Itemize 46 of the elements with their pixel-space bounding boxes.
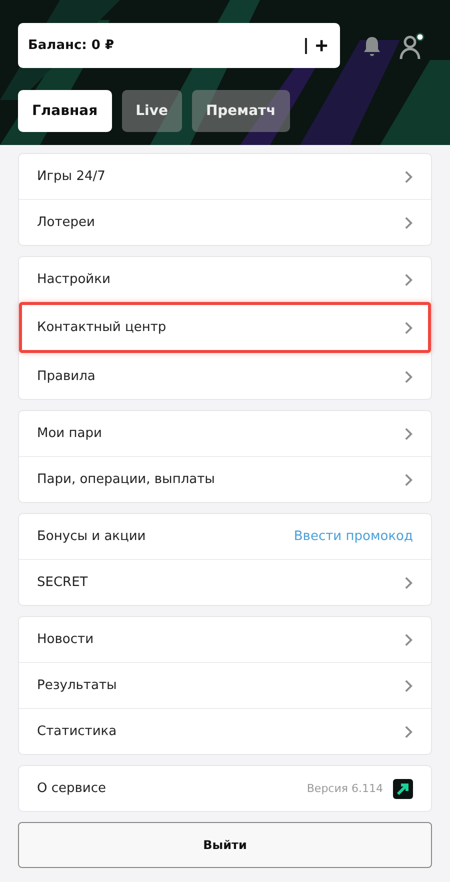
menu-item-label: Новости [37,632,95,647]
menu-item-label: Игры 24/7 [37,169,106,184]
logout-button[interactable]: Выйти [18,822,432,868]
menu-item[interactable]: Статистика [19,708,431,754]
menu-item-label: Бонусы и акции [37,529,147,544]
menu-item[interactable]: Результаты [19,662,431,708]
menu-item-label: SECRET [37,575,89,590]
menu-item[interactable]: Новости [19,617,431,662]
tab[interactable]: Прематч [192,90,290,132]
menu-item[interactable]: Бонусы и акции Ввести промокод [19,514,431,559]
chevron-icon [404,216,413,230]
menu-item[interactable]: Лотереи [19,199,431,245]
menu-item-label: Контактный центр [37,320,168,335]
menu-item-label: Результаты [37,678,118,693]
menu-item-label: О сервисе [37,781,108,796]
menu-item-label: Правила [37,369,96,384]
menu-item[interactable]: Пари, операции, выплаты [19,456,431,502]
chevron-icon [404,632,413,646]
balance-bar[interactable]: Баланс: 0 ₽ + [18,23,340,68]
balance-label: Баланс: 0 ₽ [28,38,116,53]
menu-item[interactable]: Контактный центр [19,302,431,353]
chevron-icon [404,170,413,184]
menu-item-label: Статистика [37,724,118,739]
menu-item[interactable]: Мои пари [19,411,431,456]
menu-item[interactable]: О сервисе Версия 6.114 [19,766,431,811]
menu-item-label: Настройки [37,272,112,287]
add-funds-button[interactable]: + [313,34,330,56]
chevron-icon [404,272,413,286]
menu-item-label: Пари, операции, выплаты [37,472,216,487]
menu-item-label: Мои пари [37,426,103,441]
chevron-icon [404,320,413,334]
tab[interactable]: Live [122,90,182,132]
menu-item[interactable]: Правила [19,353,431,399]
menu-item-label: Лотереи [37,215,96,230]
user-icon[interactable] [398,30,426,60]
chevron-icon [404,724,413,738]
tab[interactable]: Главная [18,90,112,132]
chevron-icon [404,576,413,590]
menu-item[interactable]: Игры 24/7 [19,154,431,199]
chevron-icon [404,678,413,692]
version-label: Версия 6.114 [306,782,383,795]
chevron-icon [404,370,413,384]
chevron-icon [404,472,413,486]
menu-item[interactable]: SECRET [19,559,431,605]
menu-item[interactable]: Настройки [19,257,431,302]
chevron-icon [404,426,413,440]
